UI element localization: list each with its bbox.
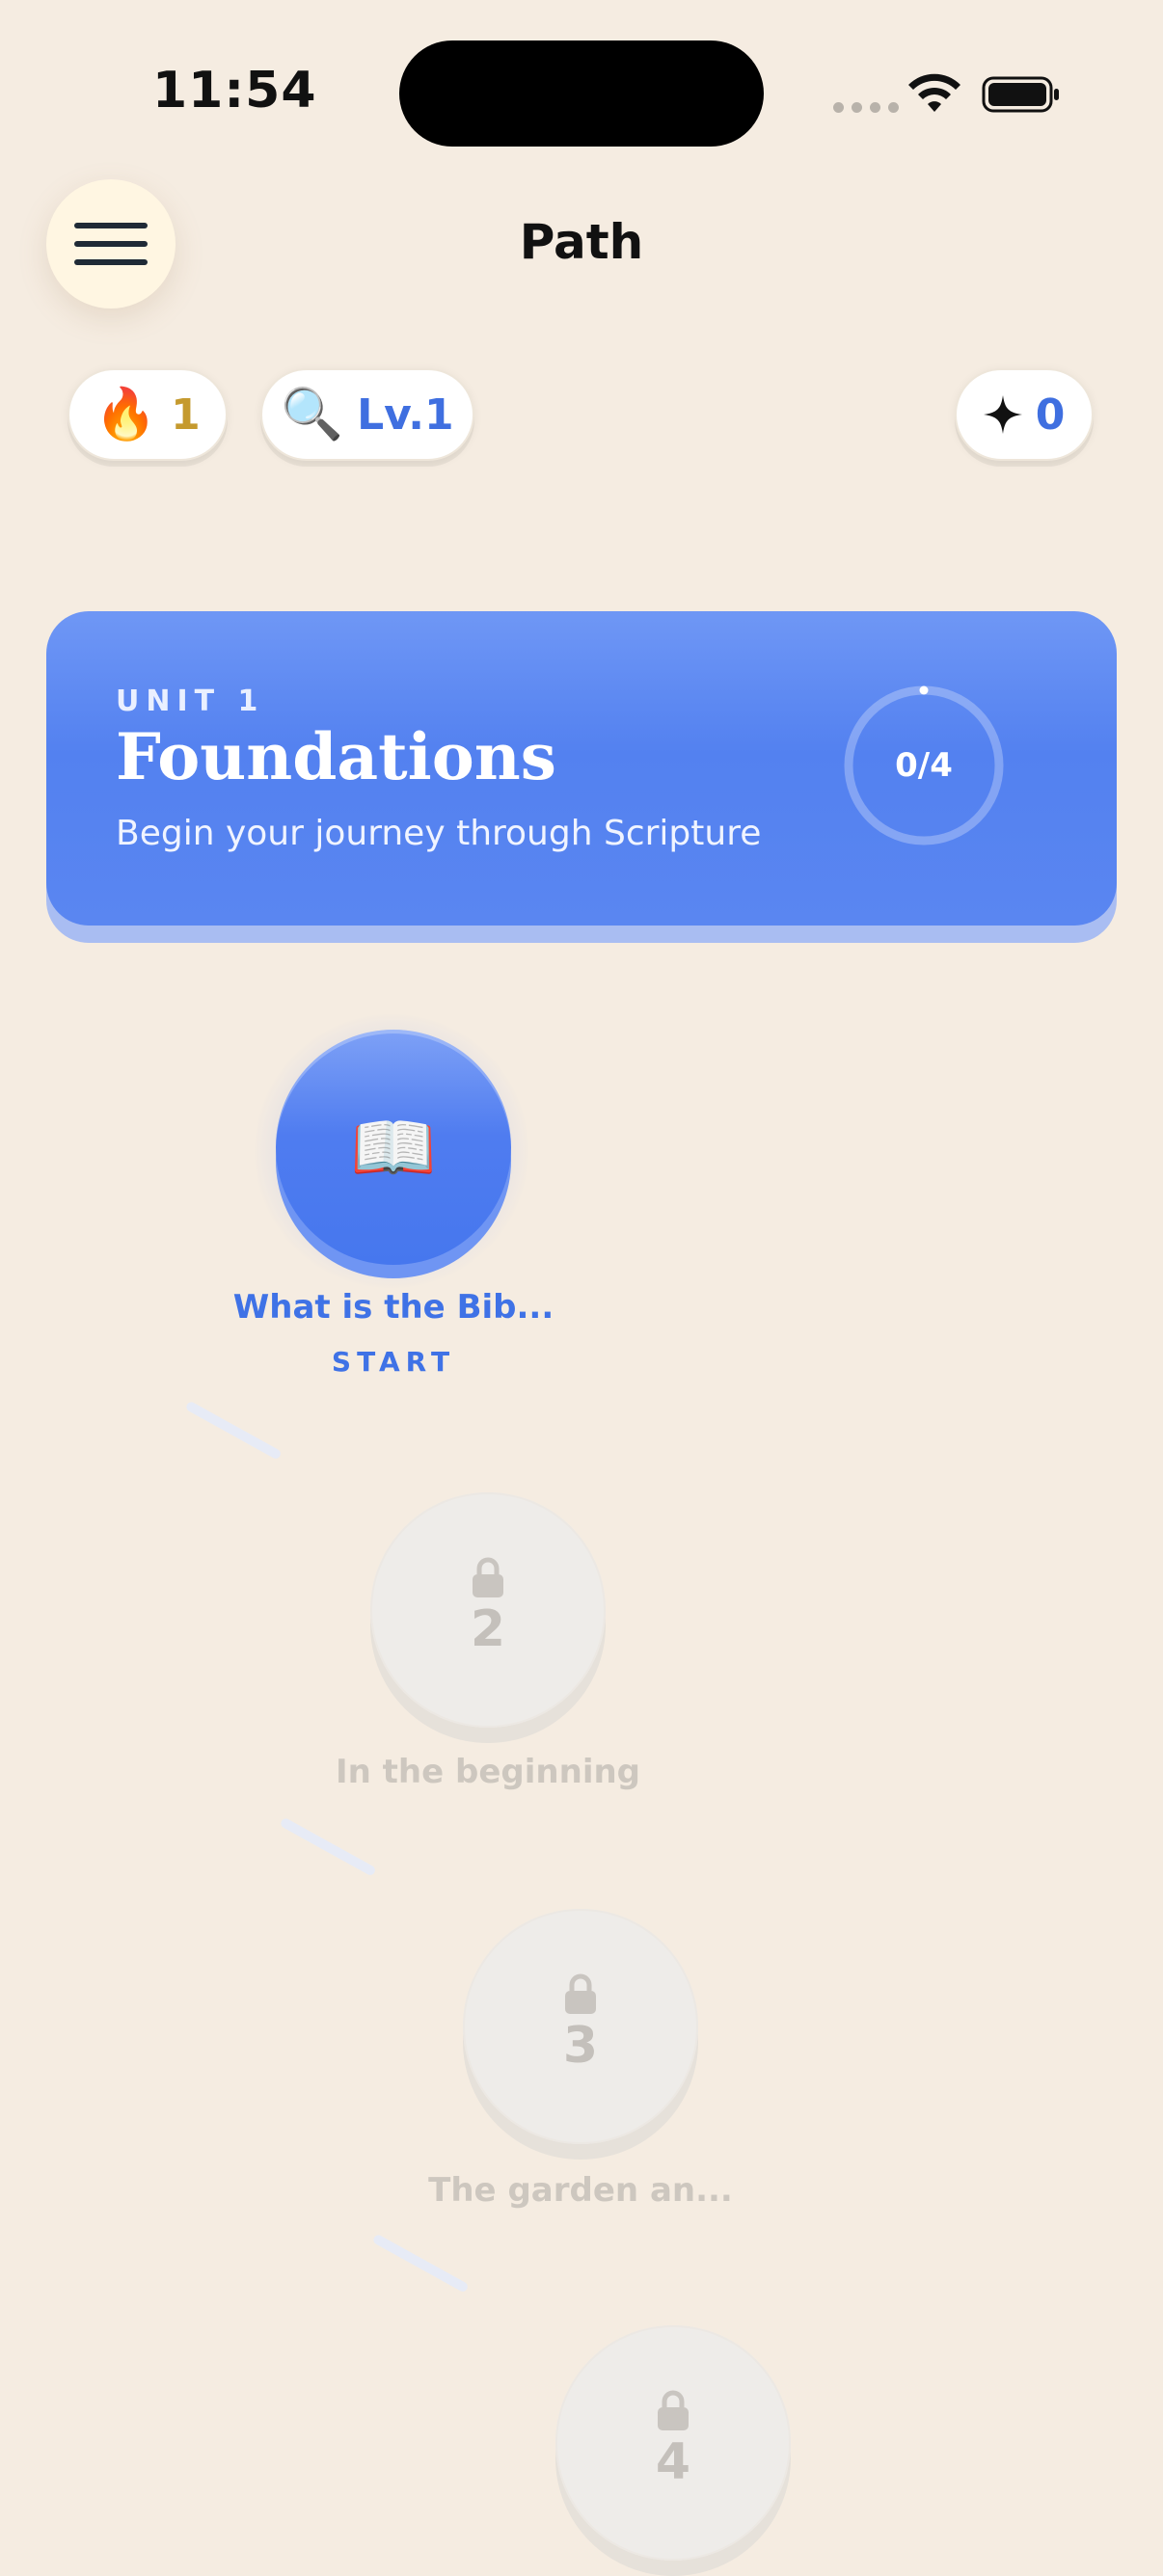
- path-connector: [279, 1816, 377, 1877]
- cellular-signal-icon: [833, 102, 899, 113]
- battery-icon: [982, 76, 1059, 113]
- path-connector: [184, 1400, 283, 1461]
- fire-icon: 🔥: [95, 386, 158, 443]
- dynamic-island: [399, 40, 764, 147]
- unit-subtitle: Begin your journey through Scripture: [116, 814, 762, 853]
- unit-title: Foundations: [116, 719, 556, 794]
- magnifier-icon: 🔍: [281, 386, 344, 443]
- lesson-node-2[interactable]: 2: [370, 1492, 606, 1728]
- lock-icon: [658, 2390, 689, 2430]
- lesson-2-label: In the beginning: [335, 1753, 641, 1791]
- lesson-3-label: The garden an...: [428, 2171, 733, 2210]
- lesson-node-4[interactable]: 4: [555, 2325, 791, 2561]
- wifi-icon: [908, 73, 960, 112]
- level-badge[interactable]: 🔍 Lv.1: [260, 368, 474, 461]
- gems-count: 0: [1035, 389, 1066, 440]
- lesson-number: 2: [470, 1599, 506, 1658]
- streak-count: 1: [171, 389, 201, 440]
- path-connector: [371, 2233, 470, 2294]
- sparkle-icon: [983, 395, 1022, 434]
- open-book-icon: 📖: [350, 1107, 437, 1188]
- page-title: Path: [519, 214, 644, 270]
- level-value: Lv.1: [357, 389, 454, 440]
- lesson-number: 3: [562, 2016, 599, 2075]
- lock-icon: [473, 1557, 503, 1597]
- lesson-node-1[interactable]: 📖: [276, 1030, 511, 1265]
- unit-card[interactable]: UNIT 1 Foundations Begin your journey th…: [46, 611, 1117, 926]
- lesson-node-3[interactable]: 3: [463, 1909, 698, 2144]
- unit-kicker: UNIT 1: [116, 684, 265, 718]
- start-label[interactable]: START: [152, 1346, 635, 1378]
- gems-badge[interactable]: 0: [955, 368, 1094, 461]
- unit-progress-text: 0/4: [895, 746, 953, 785]
- streak-badge[interactable]: 🔥 1: [68, 368, 228, 461]
- status-time: 11:54: [152, 62, 317, 120]
- lesson-1-label[interactable]: What is the Bib...: [152, 1288, 635, 1327]
- lock-icon: [565, 1973, 596, 2014]
- lesson-number: 4: [655, 2432, 691, 2491]
